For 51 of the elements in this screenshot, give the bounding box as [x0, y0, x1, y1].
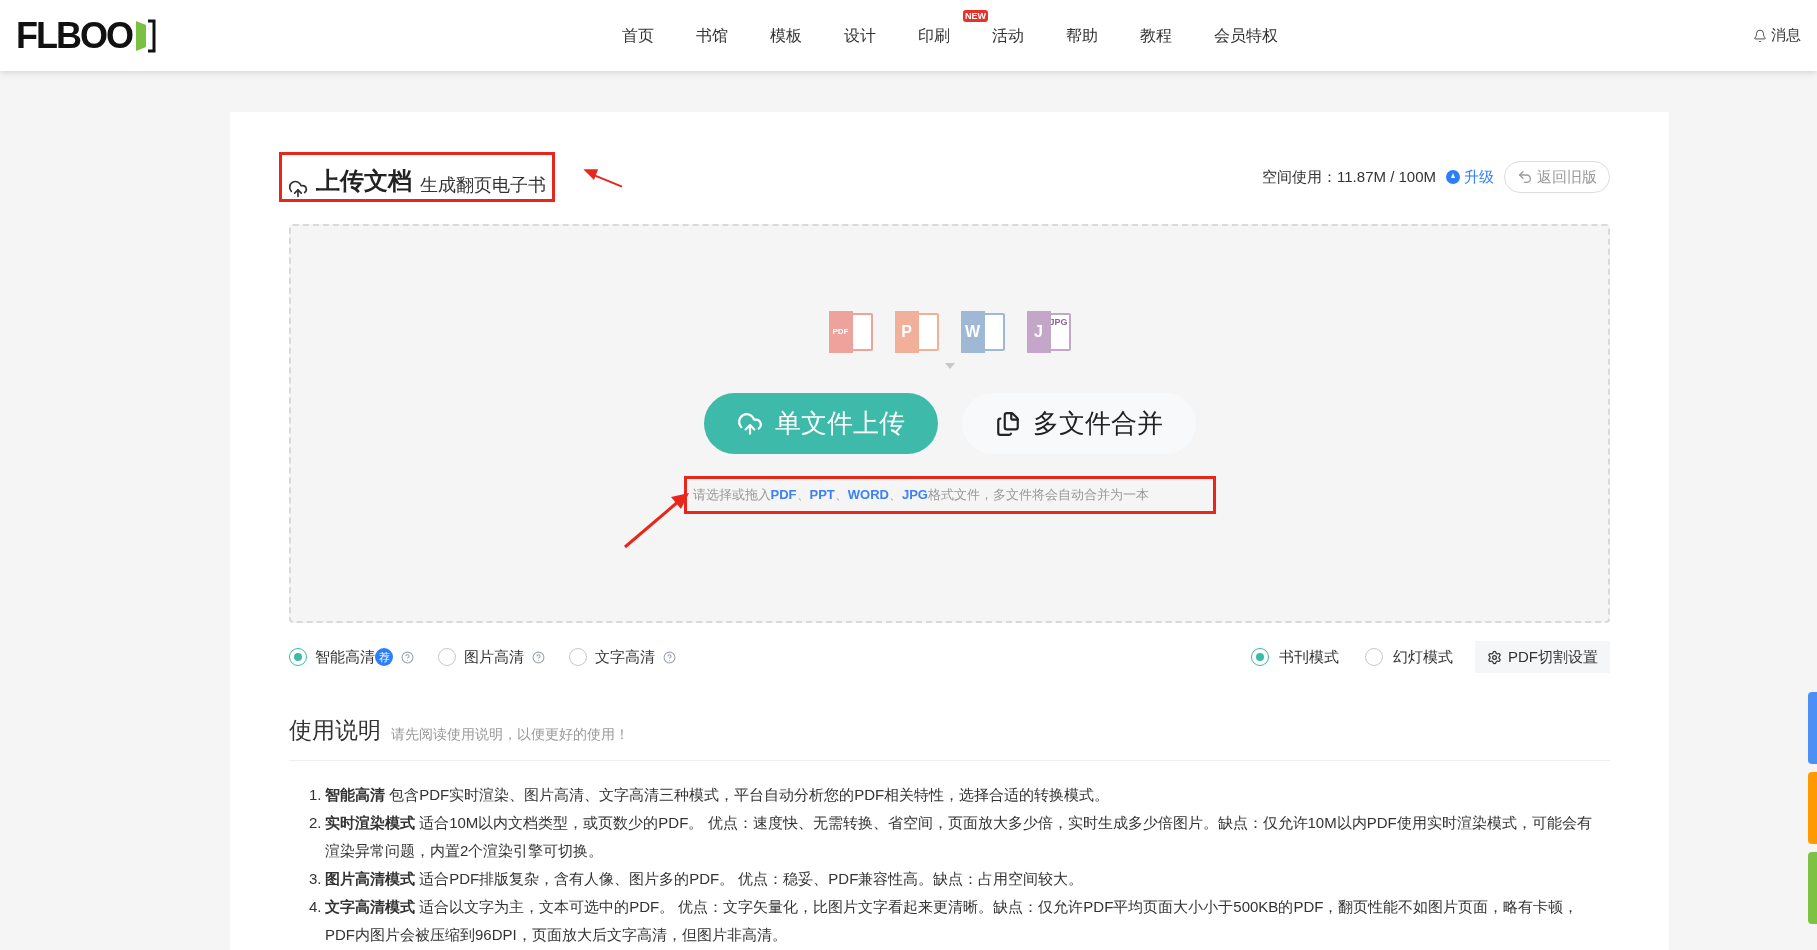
settings-icon — [1487, 649, 1502, 665]
help-icon[interactable] — [401, 650, 414, 664]
nav-link[interactable]: 书馆 — [680, 23, 744, 48]
nav-link[interactable]: 设计 — [828, 23, 892, 48]
radio-button[interactable] — [438, 648, 456, 666]
list-number: 2. — [309, 812, 323, 833]
copy-icon — [994, 410, 1021, 437]
caret-icon — [944, 363, 955, 369]
nav-link[interactable]: 活动 — [976, 23, 1040, 48]
upgrade-link[interactable]: 升级 — [1446, 165, 1494, 189]
nav-link[interactable]: 首页 — [606, 23, 670, 48]
usage-subtitle: 请先阅读使用说明，以便更好的使用！ — [391, 724, 629, 744]
quality-option-label[interactable]: 图片高清 — [464, 645, 524, 669]
help-icon[interactable] — [532, 650, 545, 664]
quality-option-label[interactable]: 智能高清 — [315, 645, 375, 669]
page-title: 上传文档 — [316, 166, 412, 196]
upload-icon — [736, 410, 763, 437]
multi-file-merge-button[interactable]: 多文件合并 — [961, 393, 1196, 454]
new-badge: NEW — [963, 9, 988, 22]
messages-link[interactable]: 消息 — [1771, 24, 1801, 47]
usage-instruction-text: 图片高清模式 适合PDF排版复杂，含有人像、图片多的PDF。 优点：稳妥、PDF兼容性高。缺点：占用空间较大。 — [325, 868, 1084, 889]
nav-link[interactable]: 教程 — [1124, 23, 1188, 48]
usage-title: 使用说明 — [289, 716, 381, 745]
mode-option-label[interactable]: 书刊模式 — [1279, 645, 1339, 669]
list-number: 4. — [309, 896, 323, 917]
list-number: 3. — [309, 868, 323, 889]
mode-option-label[interactable]: 幻灯模式 — [1393, 645, 1453, 669]
help-icon[interactable] — [663, 650, 676, 664]
usage-instruction-text: 智能高清 包含PDF实时渲染、图片高清、文字高清三种模式，平台自动分析您的PDF相关特性，选择合适的转换模式。 — [325, 784, 1110, 805]
undo-icon — [1517, 169, 1533, 185]
radio-button[interactable] — [1365, 648, 1383, 666]
radio-button[interactable] — [1251, 648, 1269, 666]
annotation-arrow — [583, 169, 623, 188]
page-subtitle: 生成翻页电子书 — [420, 174, 546, 197]
bell-icon[interactable] — [1753, 28, 1767, 43]
annotation-arrow — [624, 493, 689, 549]
upload-icon — [288, 179, 308, 199]
usage-instruction-text: 实时渲染模式 适合10M以内文档类型，或页数少的PDF。 优点：速度快、无需转换、省空间，页面放大多少倍，实时生成多少倍图片。缺点：仅允许10M以内PDF使用实时渲染模式，可能会有渲染异常问题，内置2个渲染引擎可切换。 — [325, 812, 1593, 861]
storage-usage-text: 空间使用：11.87M / 100M — [1262, 166, 1436, 187]
nav-link[interactable]: 帮助 — [1050, 23, 1114, 48]
nav-link[interactable]: 会员特权 — [1198, 23, 1294, 48]
quality-option-label[interactable]: 文字高清 — [595, 645, 655, 669]
recommend-badge: 荐 — [375, 648, 393, 666]
logo-text[interactable]: FLBOO — [16, 17, 132, 54]
nav-link[interactable]: 模板 — [754, 23, 818, 48]
radio-button[interactable] — [289, 648, 307, 666]
logo-bracket-icon — [134, 18, 156, 53]
pdf-split-settings-button[interactable]: PDF切割设置 — [1475, 641, 1610, 673]
usage-instruction-text: 文字高清模式 适合以文字为主，文本可选中的PDF。 优点：文字矢量化，比图片文字看起来更清晰。缺点：仅允许PDF平均页面大小小于500KB的PDF，翻页性能不如图片页面，略有卡顿，PDF内图片会被压缩到96DPI，页面放大后文字高清，但图片非高清。 — [325, 896, 1580, 945]
radio-button[interactable] — [569, 648, 587, 666]
list-number: 1. — [309, 784, 323, 805]
